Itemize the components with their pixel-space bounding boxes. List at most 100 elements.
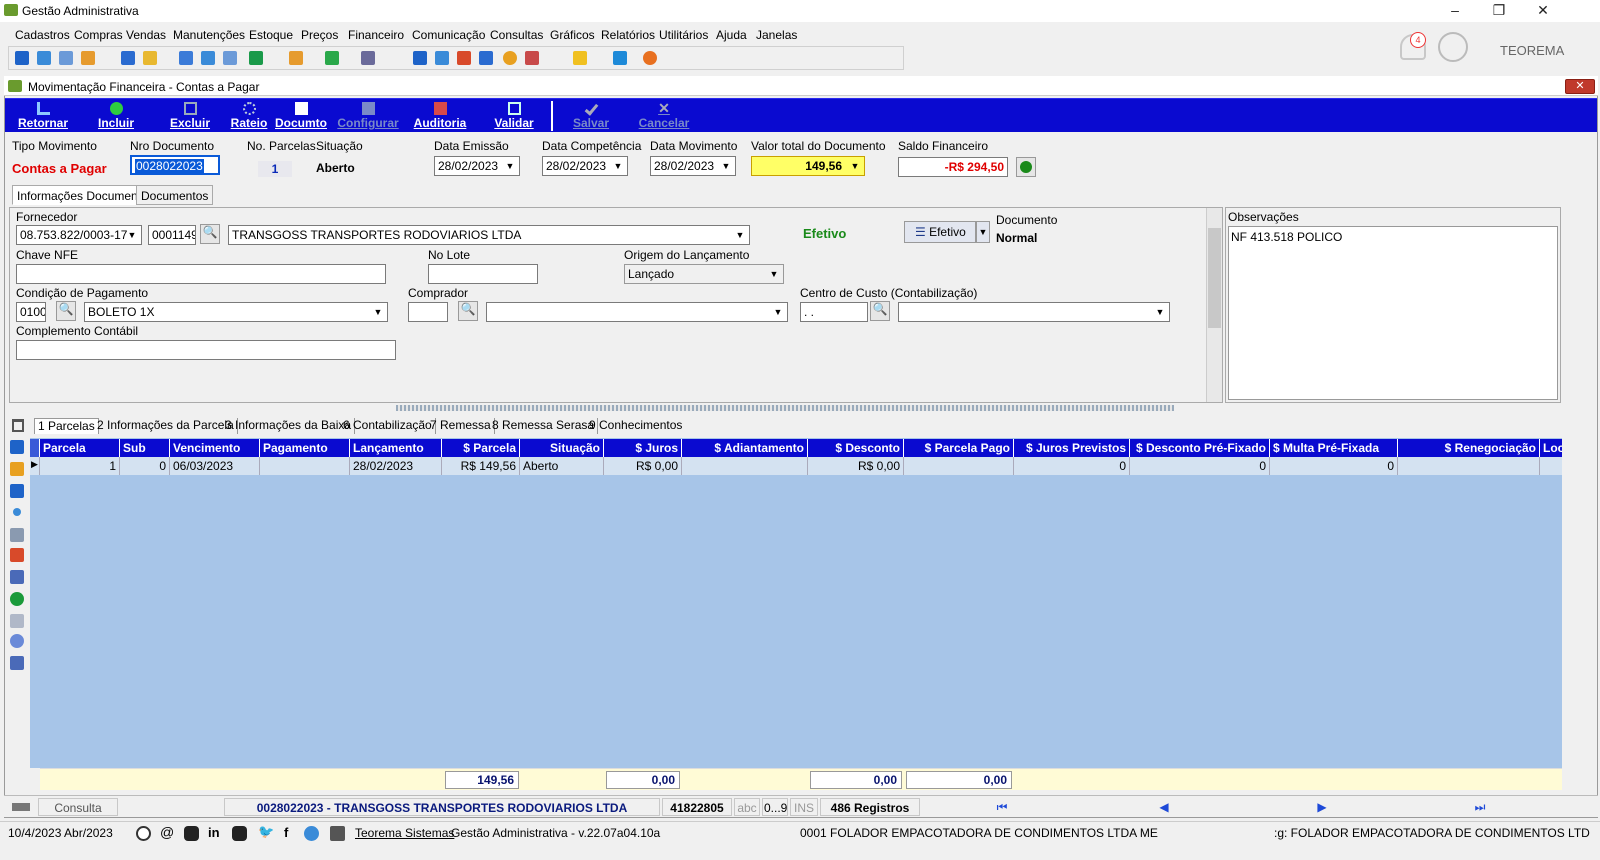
col-juros-previstos[interactable]: $ Juros Previstos (1014, 439, 1130, 457)
table-row[interactable]: ▶ 1 0 06/03/2023 28/02/2023 R$ 149,56 Ab… (30, 457, 1562, 475)
list-icon[interactable] (10, 484, 24, 498)
bank-icon[interactable] (201, 51, 215, 65)
money-bag-icon[interactable] (1016, 157, 1036, 177)
no-lote-field[interactable] (428, 264, 538, 284)
copy-icon[interactable] (10, 614, 24, 628)
close-icon[interactable]: ✕ (1528, 2, 1558, 19)
col-desconto-pre-fixado[interactable]: $ Desconto Pré-Fixado (1130, 439, 1270, 457)
search-icon[interactable]: 🔍 (200, 224, 220, 244)
menu-ajuda[interactable]: Ajuda (716, 28, 747, 42)
rateio-button[interactable]: Rateio (227, 99, 271, 133)
package-icon[interactable] (289, 51, 303, 65)
menu-vendas[interactable]: Vendas (126, 28, 166, 42)
calc-icon[interactable] (413, 51, 427, 65)
chart-icon[interactable] (479, 51, 493, 65)
tab-documentos[interactable]: Documentos (136, 185, 214, 205)
report-icon[interactable] (525, 51, 539, 65)
configurar-button[interactable]: Configurar (335, 99, 401, 133)
centro-custo-field[interactable]: ▼ (898, 302, 1170, 322)
linkedin-icon[interactable]: in (208, 825, 220, 840)
comprador-codigo-field[interactable] (408, 302, 448, 322)
col-parcela[interactable]: Parcela (40, 439, 120, 457)
condicao-field[interactable]: BOLETO 1X ▼ (84, 302, 388, 322)
menu-precos[interactable]: Preços (301, 28, 338, 42)
fornecedor-razao-field[interactable]: TRANSGOSS TRANSPORTES RODOVIARIOS LTDA ▼ (228, 225, 750, 245)
menu-utilitarios[interactable]: Utilitários (659, 28, 708, 42)
tab-remessa-serasa[interactable]: 8 Remessa Serasa (489, 418, 599, 434)
globe-icon[interactable] (136, 826, 151, 841)
col-loc[interactable]: Loc (1540, 439, 1562, 457)
origem-select[interactable]: Lançado ▼ (624, 264, 784, 284)
documto-button[interactable]: Documto (275, 99, 327, 133)
search-icon[interactable]: 🔍 (56, 301, 76, 321)
col-desconto[interactable]: $ Desconto (808, 439, 904, 457)
menu-financeiro[interactable]: Financeiro (348, 28, 404, 42)
facebook-icon[interactable]: f (284, 825, 288, 840)
email-icon[interactable]: @ (160, 824, 174, 840)
doc-icon[interactable] (121, 51, 135, 65)
previous-record-icon[interactable]: ◀ (1084, 798, 1244, 816)
list-icon[interactable] (81, 51, 95, 65)
gear-icon[interactable] (10, 634, 24, 648)
first-record-icon[interactable]: ⏮ (922, 798, 1082, 816)
grid-icon[interactable] (10, 656, 24, 670)
chevron-down-icon[interactable]: ▼ (731, 226, 749, 244)
data-movimento-field[interactable]: 28/02/2023 ▼ (650, 156, 736, 176)
tools-icon[interactable] (10, 528, 24, 542)
truck-icon[interactable] (325, 51, 339, 65)
tab-informacoes-parcela[interactable]: 2 Informações da Parcela (94, 418, 238, 434)
id-icon[interactable] (223, 51, 237, 65)
incluir-button[interactable]: Incluir (91, 99, 141, 133)
col-vencimento[interactable]: Vencimento (170, 439, 260, 457)
add-icon[interactable] (10, 592, 24, 606)
menu-consultas[interactable]: Consultas (490, 28, 543, 42)
clock-icon[interactable] (503, 51, 517, 65)
chevron-down-icon[interactable]: ▼ (123, 226, 141, 244)
cnpj-field[interactable]: 08.753.822/0003-17 ▼ (16, 225, 142, 245)
panel-splitter[interactable] (396, 405, 1174, 411)
col-juros[interactable]: $ Juros (604, 439, 682, 457)
chevron-down-icon[interactable]: ▼ (609, 157, 627, 175)
col-parcela-pago[interactable]: $ Parcela Pago (904, 439, 1014, 457)
col-pagamento[interactable]: Pagamento (260, 439, 350, 457)
clients-icon[interactable] (37, 51, 51, 65)
chevron-down-icon[interactable]: ▼ (501, 157, 519, 175)
efetivo-button[interactable]: ☰ Efetivo (904, 221, 976, 243)
info-icon[interactable] (613, 51, 627, 65)
menu-manutencoes[interactable]: Manutenções (173, 28, 245, 42)
menu-graficos[interactable]: Gráficos (550, 28, 595, 42)
tab-conhecimentos[interactable]: 9 Conhecimentos (586, 418, 685, 434)
youtube-icon[interactable] (232, 826, 247, 841)
info-scrollbar[interactable] (1206, 208, 1222, 402)
nro-documento-field[interactable]: 0028022023 (130, 155, 220, 175)
col-renegociacao[interactable]: $ Renegociação (1398, 439, 1540, 457)
chevron-down-icon[interactable]: ▼ (717, 157, 735, 175)
observacoes-textarea[interactable]: NF 413.518 POLICO (1228, 226, 1558, 400)
star-icon[interactable] (573, 51, 587, 65)
col-lancamento[interactable]: Lançamento (350, 439, 442, 457)
list-icon[interactable] (10, 440, 24, 454)
twitter-icon[interactable]: 🐦 (258, 824, 274, 840)
menu-janelas[interactable]: Janelas (756, 28, 797, 42)
chave-nfe-field[interactable] (16, 264, 386, 284)
cancelar-button[interactable]: ✕ Cancelar (635, 99, 693, 133)
complemento-field[interactable] (16, 340, 396, 360)
search-icon[interactable]: 🔍 (458, 301, 478, 321)
excluir-button[interactable]: Excluir (165, 99, 215, 133)
user-avatar-icon[interactable] (1438, 32, 1468, 62)
cart-icon[interactable] (249, 51, 263, 65)
fornecedor-codigo-field[interactable]: 0001149 (148, 225, 196, 245)
chevron-down-icon[interactable]: ▼ (846, 157, 864, 175)
validar-button[interactable]: Validar (489, 99, 539, 133)
col-sub[interactable]: Sub (120, 439, 170, 457)
teorema-link[interactable]: Teorema Sistemas (355, 826, 454, 840)
comprador-field[interactable]: ▼ (486, 302, 788, 322)
tab-remessa[interactable]: 7 Remessa (427, 418, 495, 434)
card-icon[interactable] (59, 51, 73, 65)
col-adiantamento[interactable]: $ Adiantamento (682, 439, 808, 457)
efetivo-dropdown-icon[interactable]: ▼ (976, 221, 990, 243)
menu-compras[interactable]: Compras (74, 28, 123, 42)
data-competencia-field[interactable]: 28/02/2023 ▼ (542, 156, 628, 176)
home-icon[interactable] (15, 51, 29, 65)
chevron-down-icon[interactable]: ▼ (369, 303, 387, 321)
